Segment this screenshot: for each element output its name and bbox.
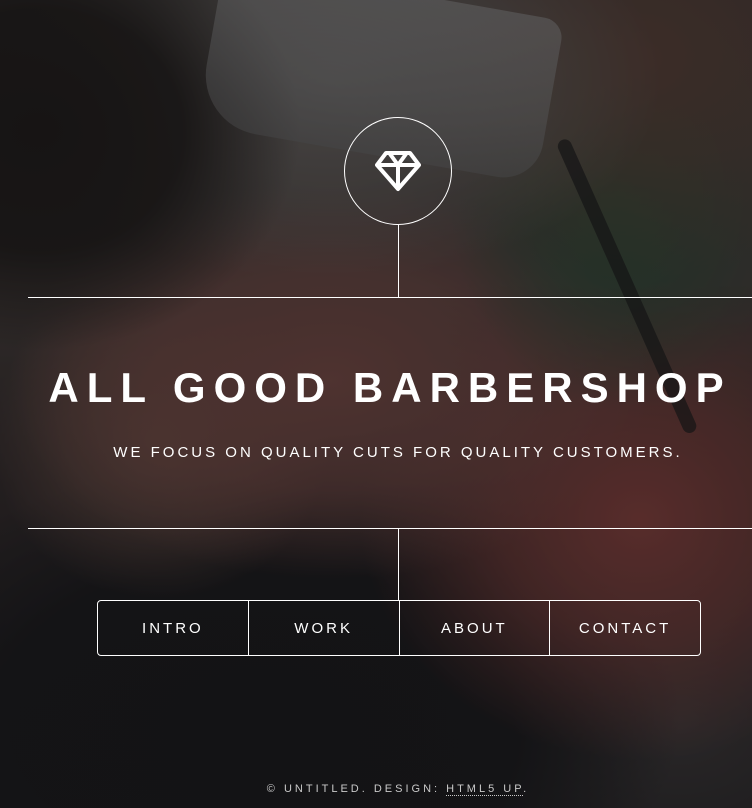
page-title: ALL GOOD BARBERSHOP: [48, 364, 732, 411]
divider-vertical-bottom: [398, 529, 399, 600]
footer-trailing: .: [523, 783, 530, 795]
divider-vertical-top: [398, 225, 399, 297]
nav-intro-button[interactable]: INTRO: [98, 601, 248, 655]
footer-design-link[interactable]: HTML5 UP: [446, 783, 524, 796]
divider-horizontal-bottom: [28, 528, 752, 529]
footer: © UNTITLED. DESIGN: HTML5 UP.: [0, 783, 752, 796]
footer-copyright: © UNTITLED. DESIGN:: [266, 783, 447, 795]
tagline: WE FOCUS ON QUALITY CUTS FOR QUALITY CUS…: [113, 444, 683, 461]
nav-about-button[interactable]: ABOUT: [398, 601, 550, 655]
nav-work-button[interactable]: WORK: [247, 601, 399, 655]
diamond-icon: [375, 151, 421, 191]
main-nav: INTRO WORK ABOUT CONTACT: [97, 600, 701, 656]
nav-contact-button[interactable]: CONTACT: [549, 601, 700, 655]
divider-horizontal-top: [28, 297, 752, 298]
logo: [344, 117, 452, 225]
